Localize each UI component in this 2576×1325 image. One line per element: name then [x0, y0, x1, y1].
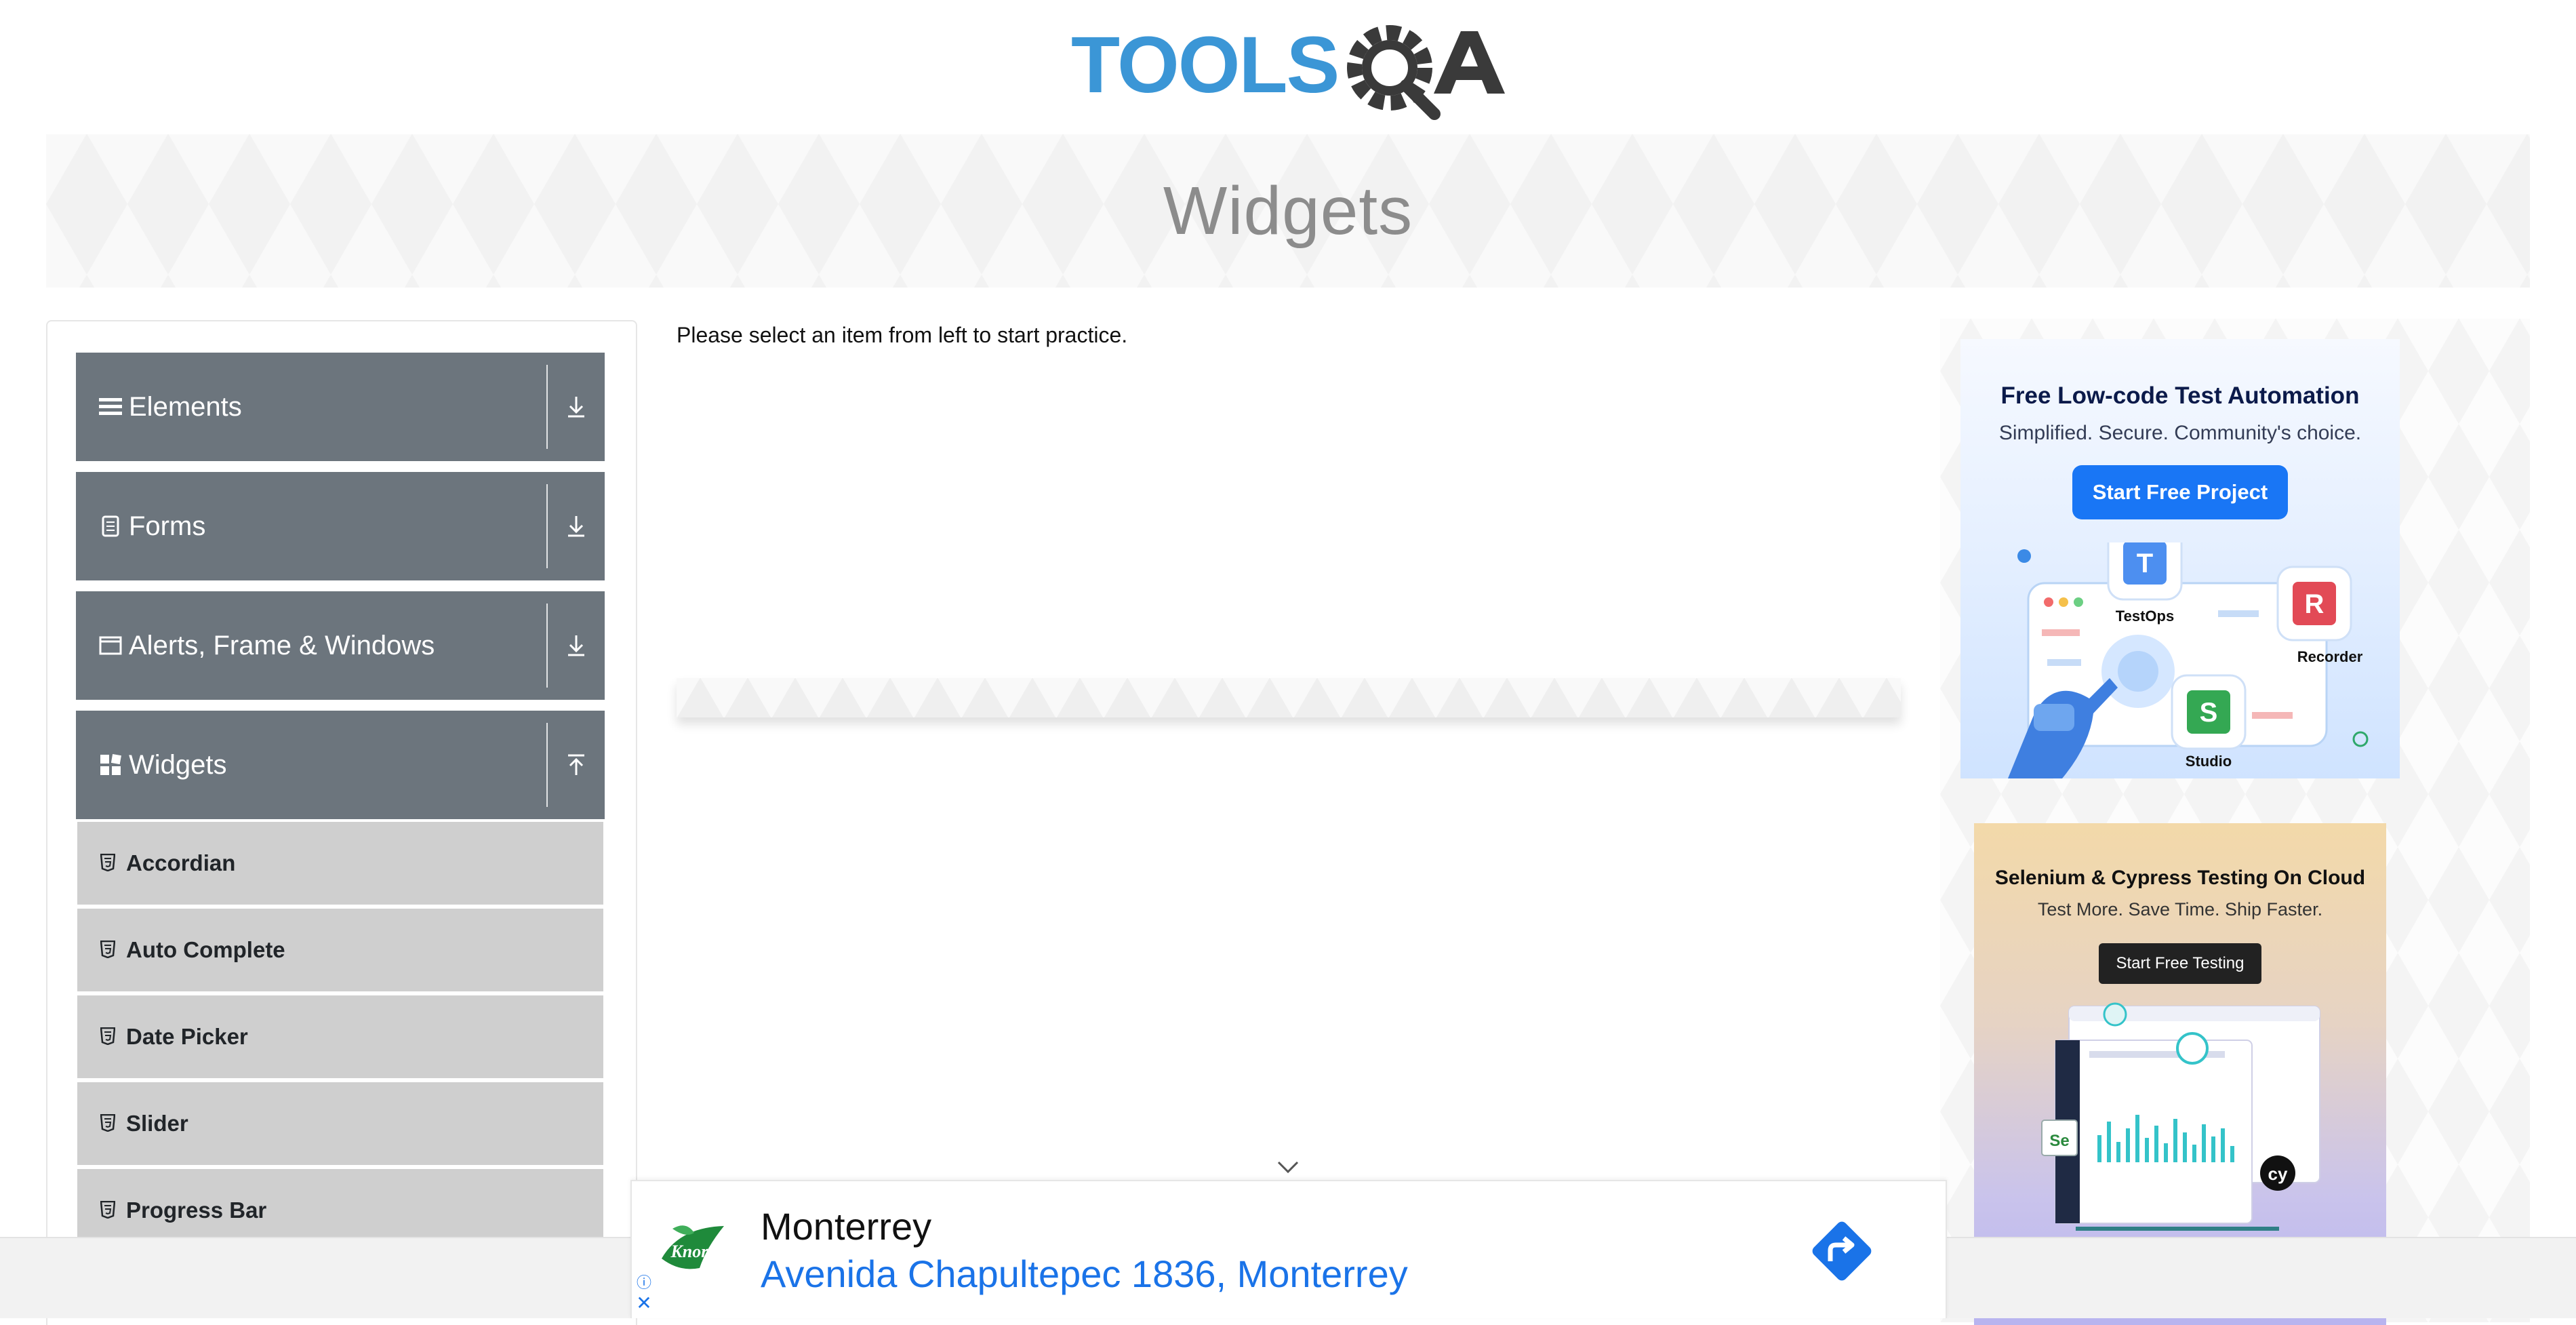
html5-icon — [100, 854, 117, 873]
sidebar-item-auto-complete[interactable]: Auto Complete — [77, 909, 603, 995]
sidebar-group-label: Forms — [129, 511, 206, 541]
close-icon[interactable]: ✕ — [635, 1294, 653, 1313]
download-icon[interactable] — [548, 472, 605, 580]
sidebar-group-forms[interactable]: Forms — [76, 472, 605, 580]
start-free-project-button[interactable]: Start Free Project — [2072, 465, 2289, 519]
directions-icon[interactable] — [1805, 1214, 1879, 1288]
sidebar-group-label: Elements — [129, 391, 242, 422]
bottom-banner-ad[interactable]: Knorr Monterrey Avenida Chapultepec 1836… — [630, 1180, 1947, 1318]
divider — [546, 365, 548, 449]
ad-info-icon[interactable]: ⓘ — [635, 1273, 653, 1292]
cypress-badge: cy — [2260, 1155, 2295, 1191]
svg-text:T: T — [2137, 549, 2153, 578]
document-icon — [99, 515, 122, 538]
location-title: Monterrey — [761, 1205, 932, 1248]
instruction-text: Please select an item from left to start… — [677, 323, 1128, 347]
sidebar-item-label: Auto Complete — [126, 937, 285, 962]
svg-text:Se: Se — [2049, 1132, 2069, 1150]
sidebar-group-label: Widgets — [129, 749, 227, 780]
ad-title: Free Low-code Test Automation — [2000, 382, 2360, 409]
left-panel: Elements Forms Alerts, Frame & Windows W… — [46, 320, 637, 1325]
window-icon — [99, 634, 122, 657]
html5-icon — [100, 1114, 117, 1133]
testops-icon: T TestOps — [2107, 542, 2183, 625]
sidebar-group-elements[interactable]: Elements — [76, 353, 605, 461]
divider — [546, 604, 548, 688]
page-banner: Widgets — [46, 134, 2530, 288]
sidebar-item-label: Accordian — [126, 850, 236, 875]
divider — [546, 723, 548, 807]
sidebar-item-accordian[interactable]: Accordian — [77, 822, 603, 909]
logo-text-tools: TOOLS — [1071, 20, 1338, 110]
sidebar-item-slider[interactable]: Slider — [77, 1082, 603, 1169]
upload-icon[interactable] — [548, 711, 605, 819]
gear-icon — [1347, 25, 1441, 120]
svg-text:cy: cy — [2268, 1164, 2288, 1184]
svg-text:R: R — [2305, 589, 2325, 619]
sidebar-item-label: Date Picker — [126, 1024, 248, 1049]
katalon-illustration: T TestOps R Recorder S Studio — [2008, 542, 2369, 778]
toolsqa-logo[interactable]: TOOLS — [1071, 19, 1512, 121]
logo-letter-a — [1434, 31, 1505, 94]
svg-text:Knorr: Knorr — [670, 1242, 715, 1261]
page-title: Widgets — [1163, 172, 1413, 249]
menu-icon — [99, 395, 122, 418]
knorr-logo: Knorr — [659, 1221, 729, 1278]
studio-label: Studio — [2186, 753, 2232, 770]
html5-icon — [100, 1027, 117, 1046]
location-address[interactable]: Avenida Chapultepec 1836, Monterrey — [761, 1252, 1408, 1296]
sidebar-item-label: Slider — [126, 1111, 188, 1136]
studio-icon: S Studio — [2171, 674, 2247, 770]
html5-icon — [100, 1201, 117, 1220]
chevron-down-icon[interactable] — [1274, 1157, 1302, 1176]
recorder-label: Recorder — [2297, 648, 2363, 665]
ad-subtitle: Test More. Save Time. Ship Faster. — [2037, 899, 2323, 919]
widgets-icon — [99, 753, 122, 776]
sidebar-group-widgets[interactable]: Widgets — [76, 711, 605, 819]
download-icon[interactable] — [548, 591, 605, 700]
katalon-ad[interactable]: Free Low-code Test Automation Simplified… — [1960, 339, 2400, 778]
sidebar-item-label: Progress Bar — [126, 1198, 267, 1223]
ad-subtitle: Simplified. Secure. Community's choice. — [1998, 422, 2362, 444]
download-icon[interactable] — [548, 353, 605, 461]
ad-title: Selenium & Cypress Testing On Cloud — [1994, 867, 2366, 889]
ad-placeholder-strip — [677, 678, 1901, 717]
sidebar-group-alerts-frame-windows[interactable]: Alerts, Frame & Windows — [76, 591, 605, 700]
sidebar-item-date-picker[interactable]: Date Picker — [77, 995, 603, 1082]
start-free-testing-button[interactable]: Start Free Testing — [2098, 943, 2262, 984]
sidebar-group-label: Alerts, Frame & Windows — [129, 630, 435, 660]
testops-label: TestOps — [2116, 608, 2174, 625]
divider — [546, 484, 548, 568]
svg-text:S: S — [2200, 698, 2218, 728]
html5-icon — [100, 941, 117, 960]
selenium-badge: Se — [2041, 1120, 2078, 1156]
